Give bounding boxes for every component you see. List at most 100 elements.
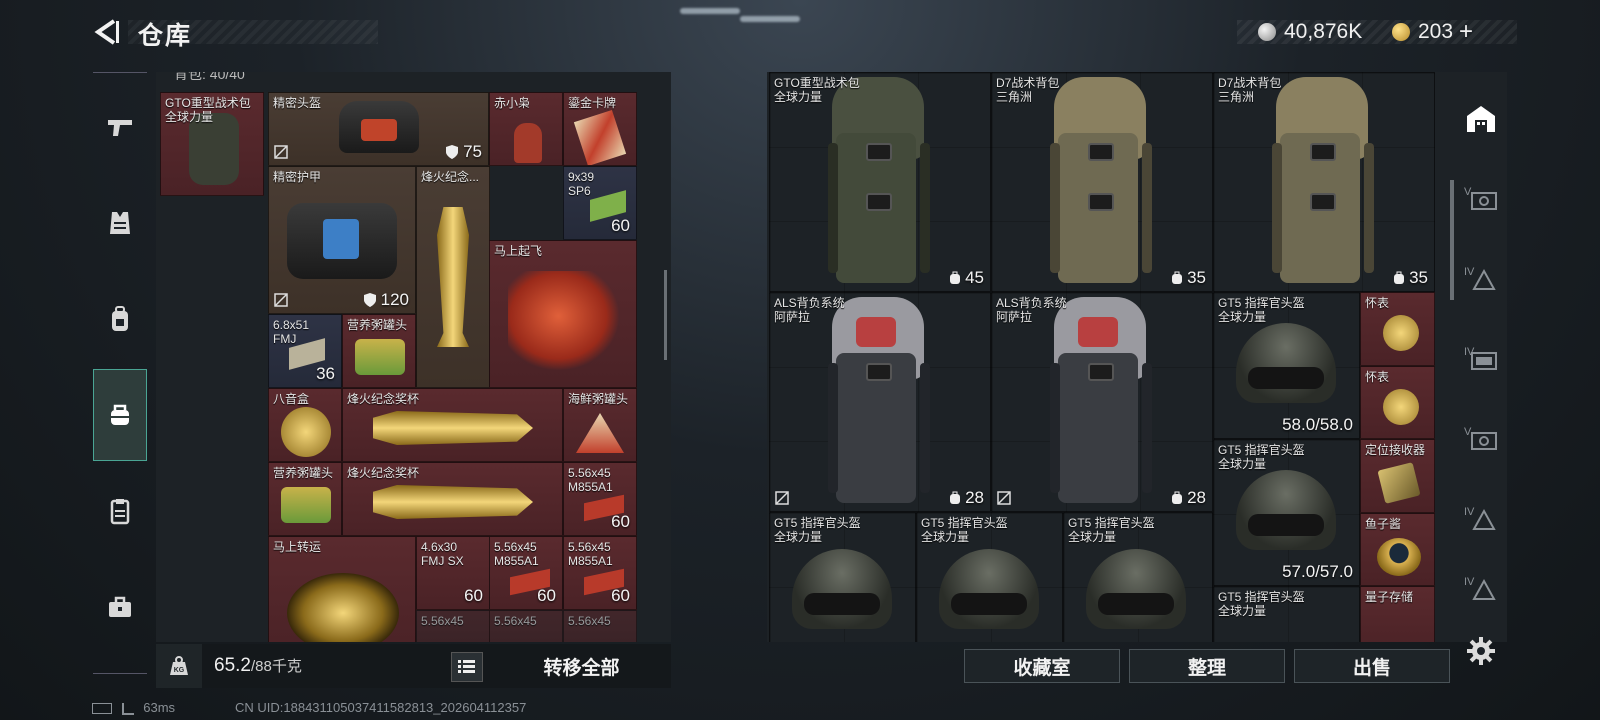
- backpack-image: [992, 73, 1212, 291]
- armor-image: [287, 203, 397, 279]
- stash-scrollbar[interactable]: [1450, 180, 1454, 300]
- rnav-iv4[interactable]: IV: [1456, 554, 1506, 624]
- item-ammo-556[interactable]: 5.56x45 M855A1 60: [489, 536, 563, 610]
- item-name: 营养粥罐头: [347, 318, 408, 332]
- item-porridge-can[interactable]: 营养粥罐头: [342, 314, 416, 388]
- item-seafood-can[interactable]: 海鲜粥罐头: [563, 388, 637, 462]
- item-name: 精密头盔: [273, 96, 322, 110]
- backpack-capacity: 背包: 40/40: [174, 72, 245, 82]
- transfer-all-button[interactable]: 转移全部: [492, 644, 671, 688]
- item-ammo-556[interactable]: 5.56x45 M855A1 60: [563, 462, 637, 536]
- stash-item-caviar[interactable]: 鱼子酱: [1360, 513, 1435, 586]
- collection-room-button[interactable]: 收藏室: [964, 649, 1120, 683]
- item-ammo-68[interactable]: 6.8x51 FMJ 36: [268, 314, 342, 388]
- stash-item-receiver[interactable]: 定位接收器: [1360, 439, 1435, 513]
- nav-armor[interactable]: [93, 177, 147, 269]
- gold-amount: 203: [1418, 20, 1454, 43]
- rnav-iv3[interactable]: IV: [1456, 484, 1506, 554]
- backpack-image: [1214, 73, 1434, 291]
- organize-button[interactable]: 整理: [1129, 649, 1285, 683]
- nav-storage[interactable]: [93, 369, 147, 461]
- rnav-iv1[interactable]: IV: [1456, 244, 1506, 314]
- sell-button[interactable]: 出售: [1294, 649, 1450, 683]
- item-trophy-wide-2[interactable]: 烽火纪念奖杯: [342, 462, 563, 536]
- helmet-image: [1236, 470, 1336, 550]
- list-view-button[interactable]: [451, 652, 483, 682]
- item-horse[interactable]: 马上起飞: [489, 240, 637, 388]
- item-gto-bag[interactable]: GTO重型战术包 全球力量: [160, 92, 264, 196]
- item-durability: 58.0/58.0: [1282, 415, 1353, 434]
- back-arrow-icon[interactable]: [92, 18, 120, 46]
- stash-item-pocket-watch[interactable]: 怀表: [1360, 292, 1435, 366]
- carry-weight: 65.2/88千克: [214, 655, 302, 676]
- item-trophy-wide-1[interactable]: 烽火纪念奖杯: [342, 388, 563, 462]
- item-gilded-card[interactable]: 鎏金卡牌: [563, 92, 637, 166]
- stash-item-pocket-watch[interactable]: 怀表: [1360, 366, 1435, 439]
- item-precision-armor[interactable]: 精密护甲 120: [268, 166, 416, 314]
- empty-slot: [489, 166, 563, 240]
- item-capacity: 28: [1171, 488, 1206, 508]
- item-name: 5.56x45: [568, 614, 611, 628]
- item-name: 赤小枭: [494, 96, 531, 110]
- stash-item-d7-bag[interactable]: D7战术背包 三角洲 35: [991, 72, 1213, 292]
- no-insure-icon: [775, 491, 789, 505]
- stash-item-gto-bag[interactable]: GTO重型战术包 全球力量 45: [769, 72, 991, 292]
- item-ammo-556[interactable]: 5.56x45: [489, 610, 563, 642]
- nav-case[interactable]: [93, 561, 147, 653]
- top-bar: 仓库 40,876K 203 +: [0, 0, 1600, 64]
- item-capacity: 35: [1393, 268, 1428, 288]
- item-zhuanyun[interactable]: 马上转运: [268, 536, 416, 642]
- nav-backpack[interactable]: [93, 273, 147, 365]
- item-count: 60: [611, 586, 630, 605]
- stash-item-gt5-helmet[interactable]: GT5 指挥官头盔 全球力量: [1063, 512, 1213, 642]
- stash-v-icon: V: [1464, 186, 1497, 210]
- item-ammo-556[interactable]: 5.56x45 M855A1 60: [563, 536, 637, 610]
- item-name: 5.56x45 M855A1: [568, 466, 613, 494]
- stash-item-gt5-helmet[interactable]: GT5 指挥官头盔 全球力量: [1213, 586, 1360, 642]
- stash-item-als[interactable]: ALS背负系统 阿萨拉 28: [991, 292, 1213, 512]
- item-name: 鱼子酱: [1365, 517, 1402, 531]
- stash-item-gt5-helmet[interactable]: GT5 指挥官头盔 全球力量: [916, 512, 1063, 642]
- nav-clipboard[interactable]: [93, 465, 147, 557]
- item-name: GT5 指挥官头盔 全球力量: [1068, 516, 1155, 544]
- stash-item-als[interactable]: ALS背负系统 阿萨拉 28: [769, 292, 991, 512]
- item-capacity: 45: [949, 268, 984, 288]
- gold-currency[interactable]: 203 +: [1392, 18, 1473, 46]
- item-count: 60: [611, 216, 630, 235]
- stash-item-gt5-helmet[interactable]: GT5 指挥官头盔 全球力量: [769, 512, 916, 642]
- item-name: 怀表: [1365, 296, 1390, 310]
- item-ammo-556[interactable]: 5.56x45: [563, 610, 637, 642]
- storage-home-icon: [1467, 106, 1495, 132]
- rnav-home[interactable]: [1456, 84, 1506, 154]
- item-name: 5.56x45: [421, 614, 464, 628]
- rnav-v1[interactable]: V: [1456, 164, 1506, 234]
- item-count: 60: [464, 586, 483, 605]
- rnav-v2[interactable]: V: [1456, 404, 1506, 474]
- item-name: GTO重型战术包 全球力量: [165, 96, 251, 124]
- item-chixiao[interactable]: 赤小枭: [489, 92, 563, 166]
- add-gold-icon[interactable]: +: [1459, 18, 1473, 46]
- stash-item-d7-bag[interactable]: D7战术背包 三角洲 35: [1213, 72, 1435, 292]
- item-music-box[interactable]: 八音盒: [268, 388, 342, 462]
- stash-item-gt5-helmet[interactable]: GT5 指挥官头盔 全球力量 58.0/58.0: [1213, 292, 1360, 439]
- no-insure-icon: [274, 145, 288, 159]
- nav-weapons[interactable]: [93, 81, 147, 173]
- svg-text:IV: IV: [1464, 506, 1475, 518]
- item-ammo-556[interactable]: 5.56x45: [416, 610, 490, 642]
- item-porridge-can[interactable]: 营养粥罐头: [268, 462, 342, 536]
- item-ammo-46[interactable]: 4.6x30 FMJ SX 60: [416, 536, 490, 610]
- stash-item-gt5-helmet[interactable]: GT5 指挥官头盔 全球力量 57.0/57.0: [1213, 439, 1360, 586]
- clipboard-icon: [110, 499, 130, 525]
- stash-item-quantum-storage[interactable]: 量子存储: [1360, 586, 1435, 642]
- rnav-iv2[interactable]: IV: [1456, 324, 1506, 394]
- settings-gear-icon[interactable]: [1466, 636, 1496, 666]
- no-insure-icon: [274, 293, 288, 307]
- pistol-icon: [108, 120, 132, 136]
- horse-image: [508, 271, 620, 371]
- backpack-scrollbar[interactable]: [664, 270, 667, 360]
- item-precision-helmet[interactable]: 精密头盔 75: [268, 92, 489, 166]
- stash-v-icon: V: [1464, 426, 1497, 450]
- item-name: 马上起飞: [494, 244, 543, 258]
- item-trophy-tall[interactable]: 烽火纪念...: [416, 166, 490, 388]
- item-ammo-939[interactable]: 9x39 SP6 60: [563, 166, 637, 240]
